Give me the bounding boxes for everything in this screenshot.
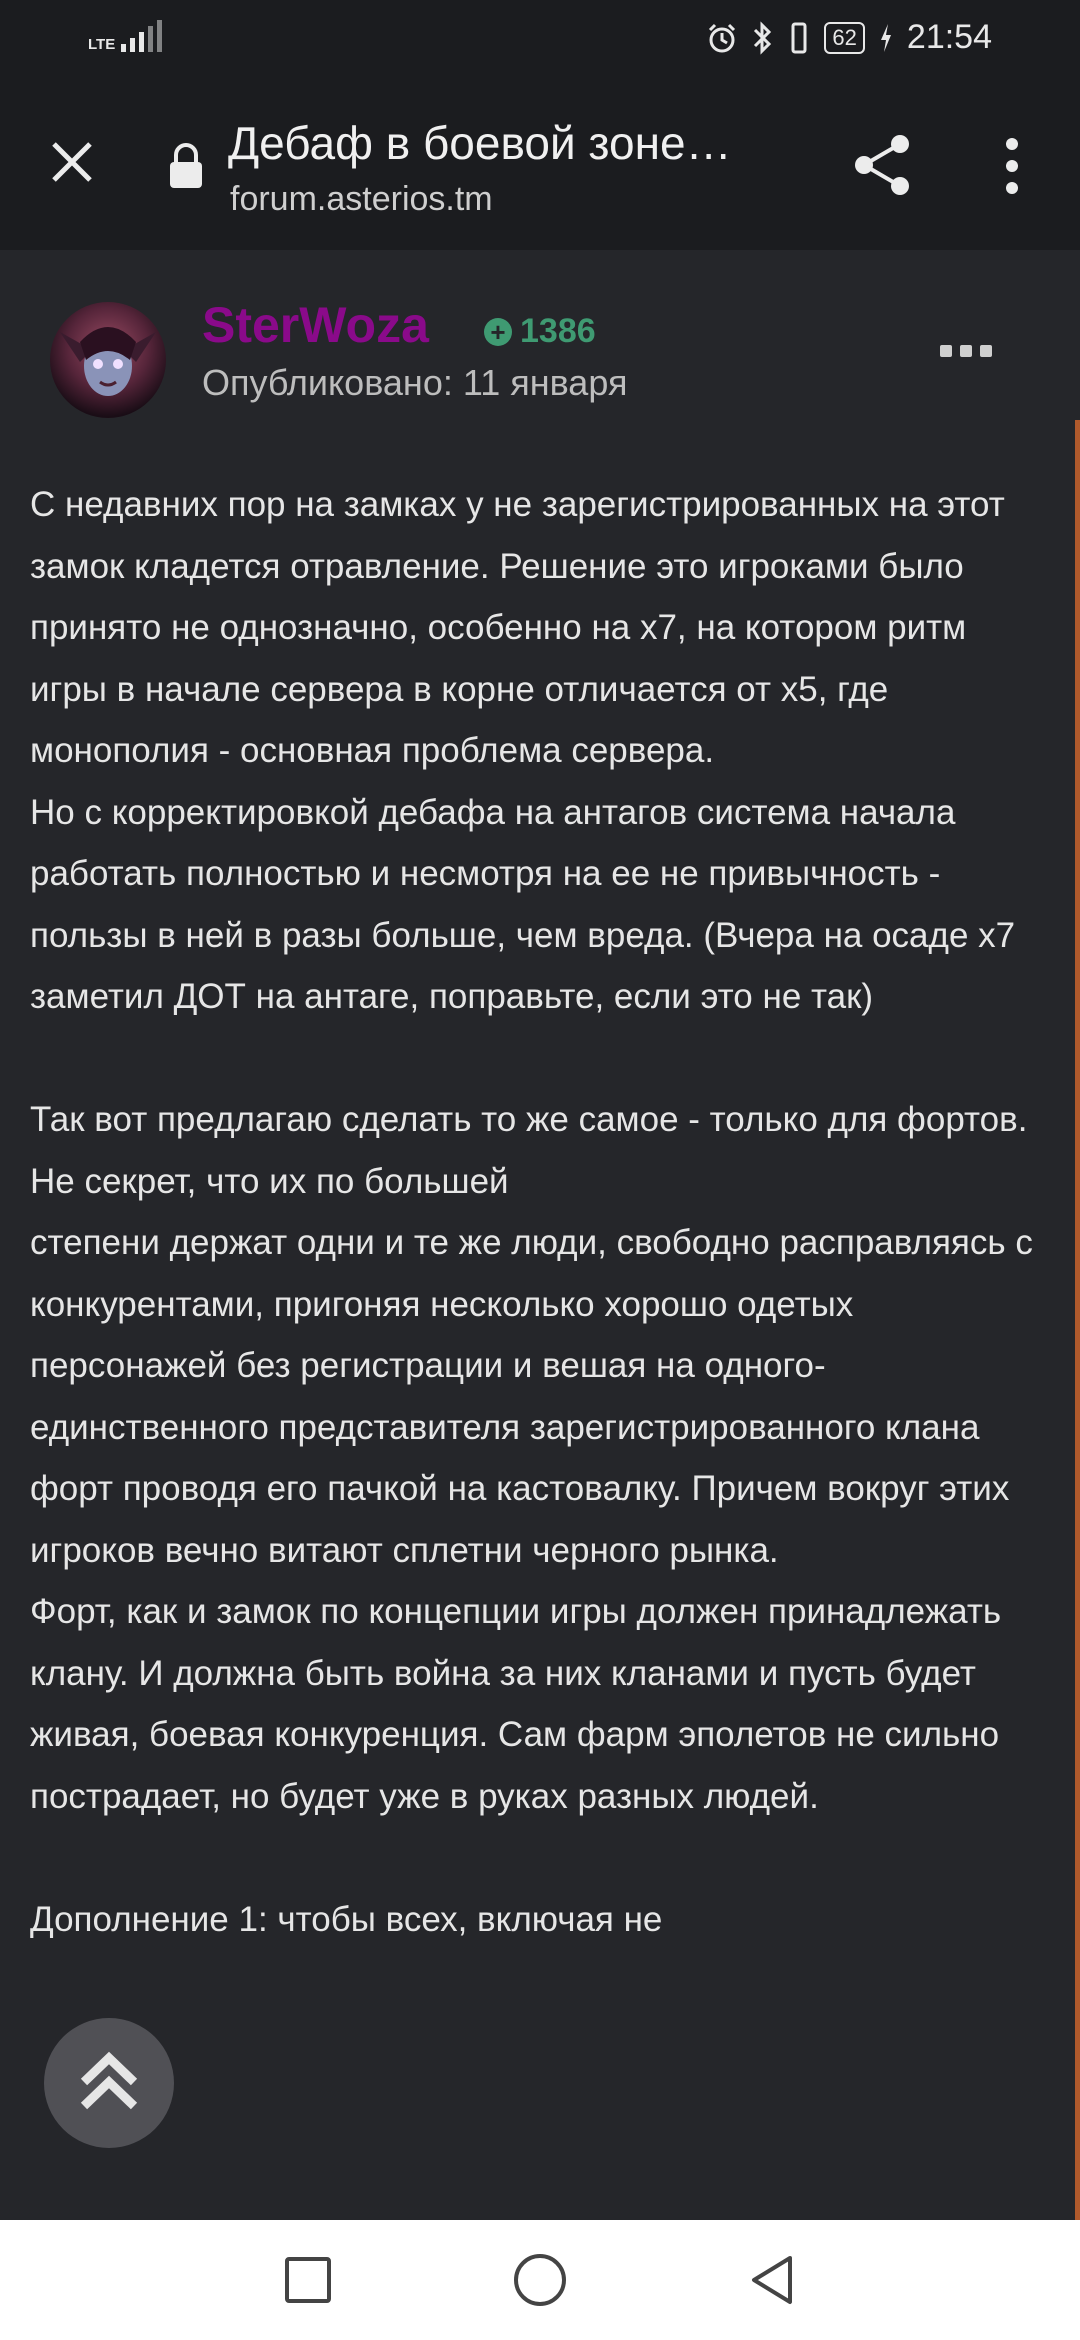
network-type: LTE (88, 36, 116, 53)
share-icon[interactable] (850, 132, 916, 198)
page-url[interactable]: forum.asterios.tm (230, 180, 493, 219)
reputation-badge: + 1386 (484, 312, 596, 351)
browser-toolbar: Дебаф в боевой зоне… forum.asterios.tm (0, 80, 1080, 250)
accent-line (1075, 420, 1080, 2220)
charging-icon (880, 23, 891, 52)
post-paragraph: Но с корректировкой дебафа на антагов си… (30, 792, 1016, 1017)
recents-icon[interactable] (278, 2250, 338, 2310)
lock-icon (170, 143, 202, 188)
author-name[interactable]: SterWoza (202, 296, 429, 354)
double-chevron-up-icon (80, 2051, 138, 2110)
forum-post: SterWoza + 1386 Опубликовано: 11 января … (0, 250, 1080, 2220)
post-body: С недавних пор на замках у не зарегистри… (30, 474, 1040, 1950)
status-bar: LTE 62 21:54 (0, 0, 1080, 80)
clock: 21:54 (906, 18, 992, 56)
alarm-icon (709, 23, 736, 52)
system-nav-bar (0, 2220, 1080, 2340)
battery-icon: 62 (824, 21, 865, 54)
post-paragraph: Дополнение 1: чтобы всех, включая не (30, 1899, 663, 1939)
reputation-count: 1386 (520, 312, 596, 350)
avatar[interactable] (50, 302, 166, 418)
post-menu-icon[interactable] (940, 342, 992, 360)
page-title[interactable]: Дебаф в боевой зоне… (228, 116, 732, 170)
status-icons: 62 21:54 (706, 18, 992, 57)
scroll-to-top-button[interactable] (44, 2018, 174, 2148)
post-paragraph: Так вот предлагаю сделать то же самое - … (30, 1100, 1028, 1201)
close-icon[interactable] (44, 134, 100, 190)
post-paragraph: Форт, как и замок по концепции игры долж… (30, 1592, 1002, 1816)
network-indicator: LTE (88, 20, 163, 53)
post-date: Опубликовано: 11 января (202, 362, 628, 403)
home-icon[interactable] (510, 2250, 570, 2310)
post-paragraph: степени держат одни и те же люди, свобод… (30, 1223, 1033, 1570)
signal-icon (121, 20, 163, 52)
vibrate-icon (791, 22, 807, 53)
plus-icon: + (484, 317, 512, 346)
post-paragraph: С недавних пор на замках у не зарегистри… (30, 485, 1005, 770)
more-vert-icon[interactable] (1000, 136, 1024, 196)
bluetooth-icon (754, 20, 772, 55)
back-icon[interactable] (742, 2250, 802, 2310)
avatar-image (60, 327, 156, 396)
